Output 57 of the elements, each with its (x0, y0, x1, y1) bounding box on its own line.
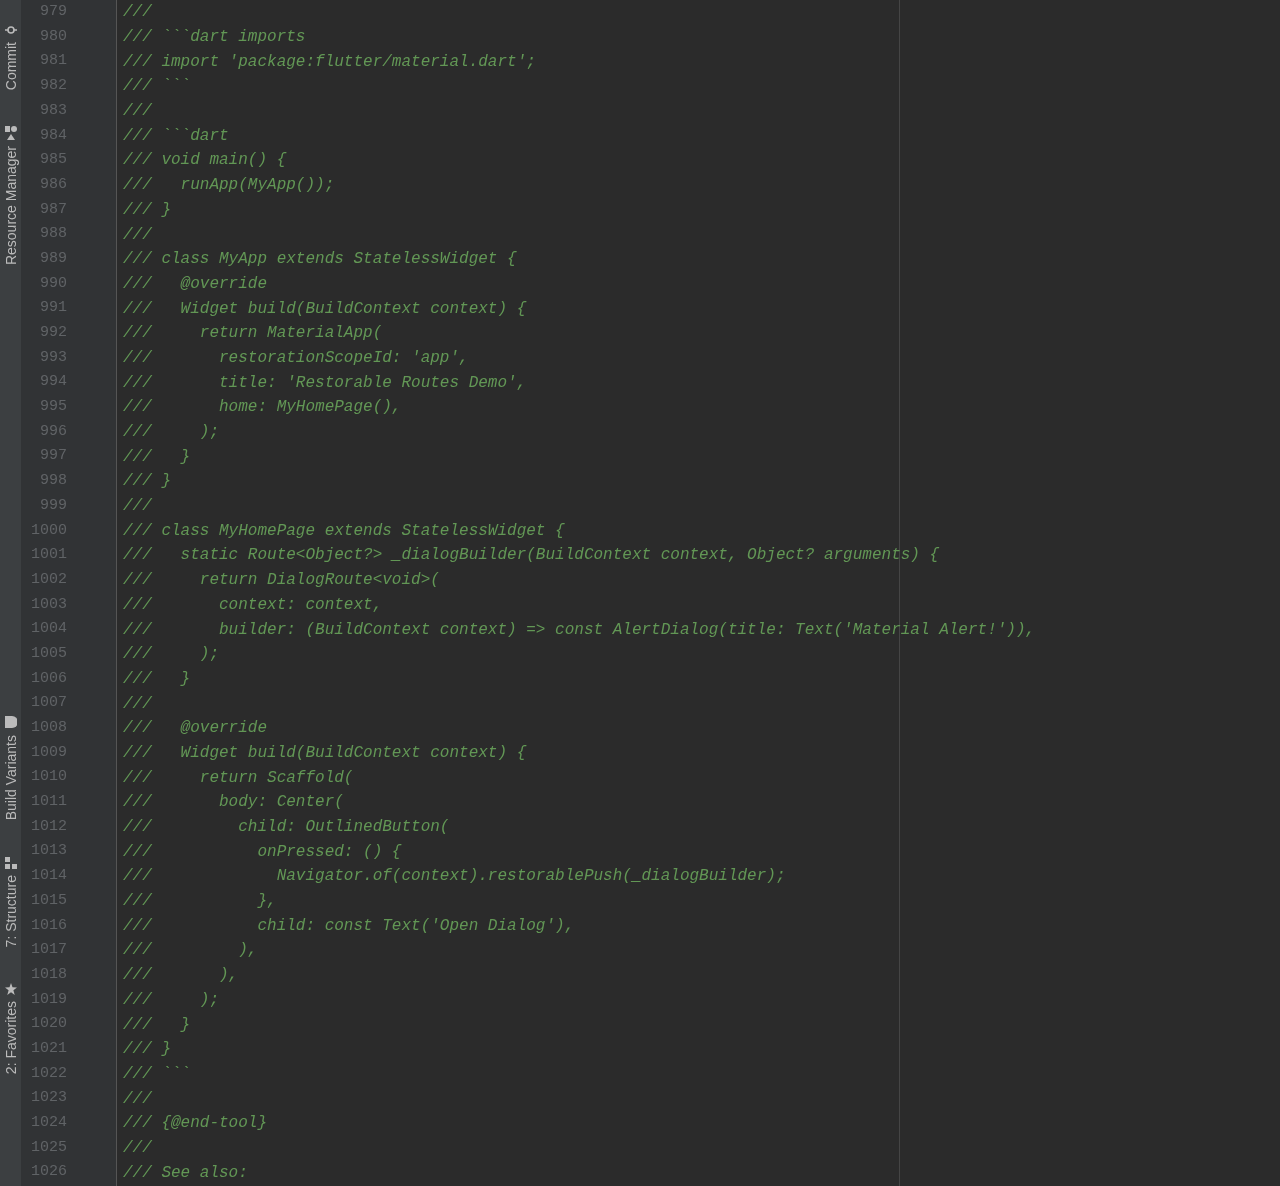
code-comment-line: /// Navigator.of(context).restorablePush(_dialogBuilder); (123, 866, 786, 888)
tool-window-tab[interactable]: Build Variants (3, 715, 18, 821)
code-comment-line: /// ); (123, 989, 219, 1011)
tool-window-tab[interactable]: Resource Manager (3, 126, 18, 266)
code-comment-line: /// return Scaffold( (123, 767, 354, 789)
code-comment-line: /// (123, 1137, 152, 1159)
code-comment-line: /// class MyHomePage extends StatelessWidget { (123, 520, 565, 542)
code-comment-line: /// child: OutlinedButton( (123, 817, 450, 839)
commit-icon (4, 24, 17, 36)
code-comment-line: /// (123, 693, 152, 715)
code-comment-line: /// builder: (BuildContext context) => const AlertDialog(title: Text('Material Alert!')), (123, 619, 1036, 641)
code-comment-line: /// ```dart (123, 125, 229, 147)
code-comment-line: /// } (123, 1039, 171, 1061)
code-comment-line: /// ``` (123, 76, 191, 98)
code-comment-line: /// ); (123, 422, 219, 444)
code-comment-line: /// (123, 1088, 152, 1110)
code-comment-line: /// Widget build(BuildContext context) { (123, 742, 527, 764)
code-comment-line: /// ), (123, 965, 239, 987)
code-comment-line: /// context: context, (123, 594, 383, 616)
code-comment-line: /// } (123, 199, 171, 221)
code-comment-line: /// (123, 496, 152, 518)
code-comment-line: /// class MyApp extends StatelessWidget { (123, 249, 517, 271)
code-comment-line: /// restorationScopeId: 'app', (123, 347, 469, 369)
tool-window-tab[interactable]: 7: Structure (3, 856, 18, 947)
code-comment-line: /// (123, 224, 152, 246)
code-comment-line: /// title: 'Restorable Routes Demo', (123, 372, 527, 394)
tool-window-tab[interactable]: Commit (3, 24, 18, 91)
code-comment-line: /// void main() { (123, 150, 287, 172)
code-comment-line: /// (123, 2, 152, 24)
code-comment-line: /// @override (123, 273, 268, 295)
code-comment-line: /// } (123, 1014, 191, 1036)
code-comment-line: /// }, (123, 891, 277, 913)
code-comment-line: /// @override (123, 718, 268, 740)
shapes-icon (4, 126, 17, 141)
star-icon (4, 983, 17, 995)
code-comment-line: /// ``` (123, 1063, 191, 1085)
code-comment-line: /// import 'package:flutter/material.dart'; (123, 51, 536, 73)
code-comment-line: /// Widget build(BuildContext context) { (123, 298, 527, 320)
code-comment-line: /// ```dart imports (123, 27, 306, 49)
code-comment-line: /// child: const Text('Open Dialog'), (123, 915, 575, 937)
code-comment-line: /// home: MyHomePage(), (123, 397, 402, 419)
code-comment-line: /// onPressed: () { (123, 841, 402, 863)
code-comment-line: /// static Route<Object?> _dialogBuilder(BuildContext context, Object? arguments) { (123, 545, 940, 567)
code-comment-line: /// {@end-tool} (123, 1113, 268, 1135)
code-comment-line: /// } (123, 471, 171, 493)
code-comment-line: /// } (123, 668, 191, 690)
code-comment-line: /// ); (123, 644, 219, 666)
code-comment-line: /// (123, 101, 152, 123)
code-comment-line: /// See also: (123, 1162, 248, 1184)
code-comment-line: /// ), (123, 940, 258, 962)
code-comment-line: /// return MaterialApp( (123, 323, 383, 345)
code-comment-line: /// return DialogRoute<void>( (123, 570, 440, 592)
code-comment-line: /// runApp(MyApp()); (123, 175, 335, 197)
tool-window-tab[interactable]: 2: Favorites (3, 983, 18, 1075)
structure-icon (4, 856, 17, 869)
code-comment-line: /// } (123, 446, 191, 468)
code-comment-line: /// body: Center( (123, 792, 344, 814)
